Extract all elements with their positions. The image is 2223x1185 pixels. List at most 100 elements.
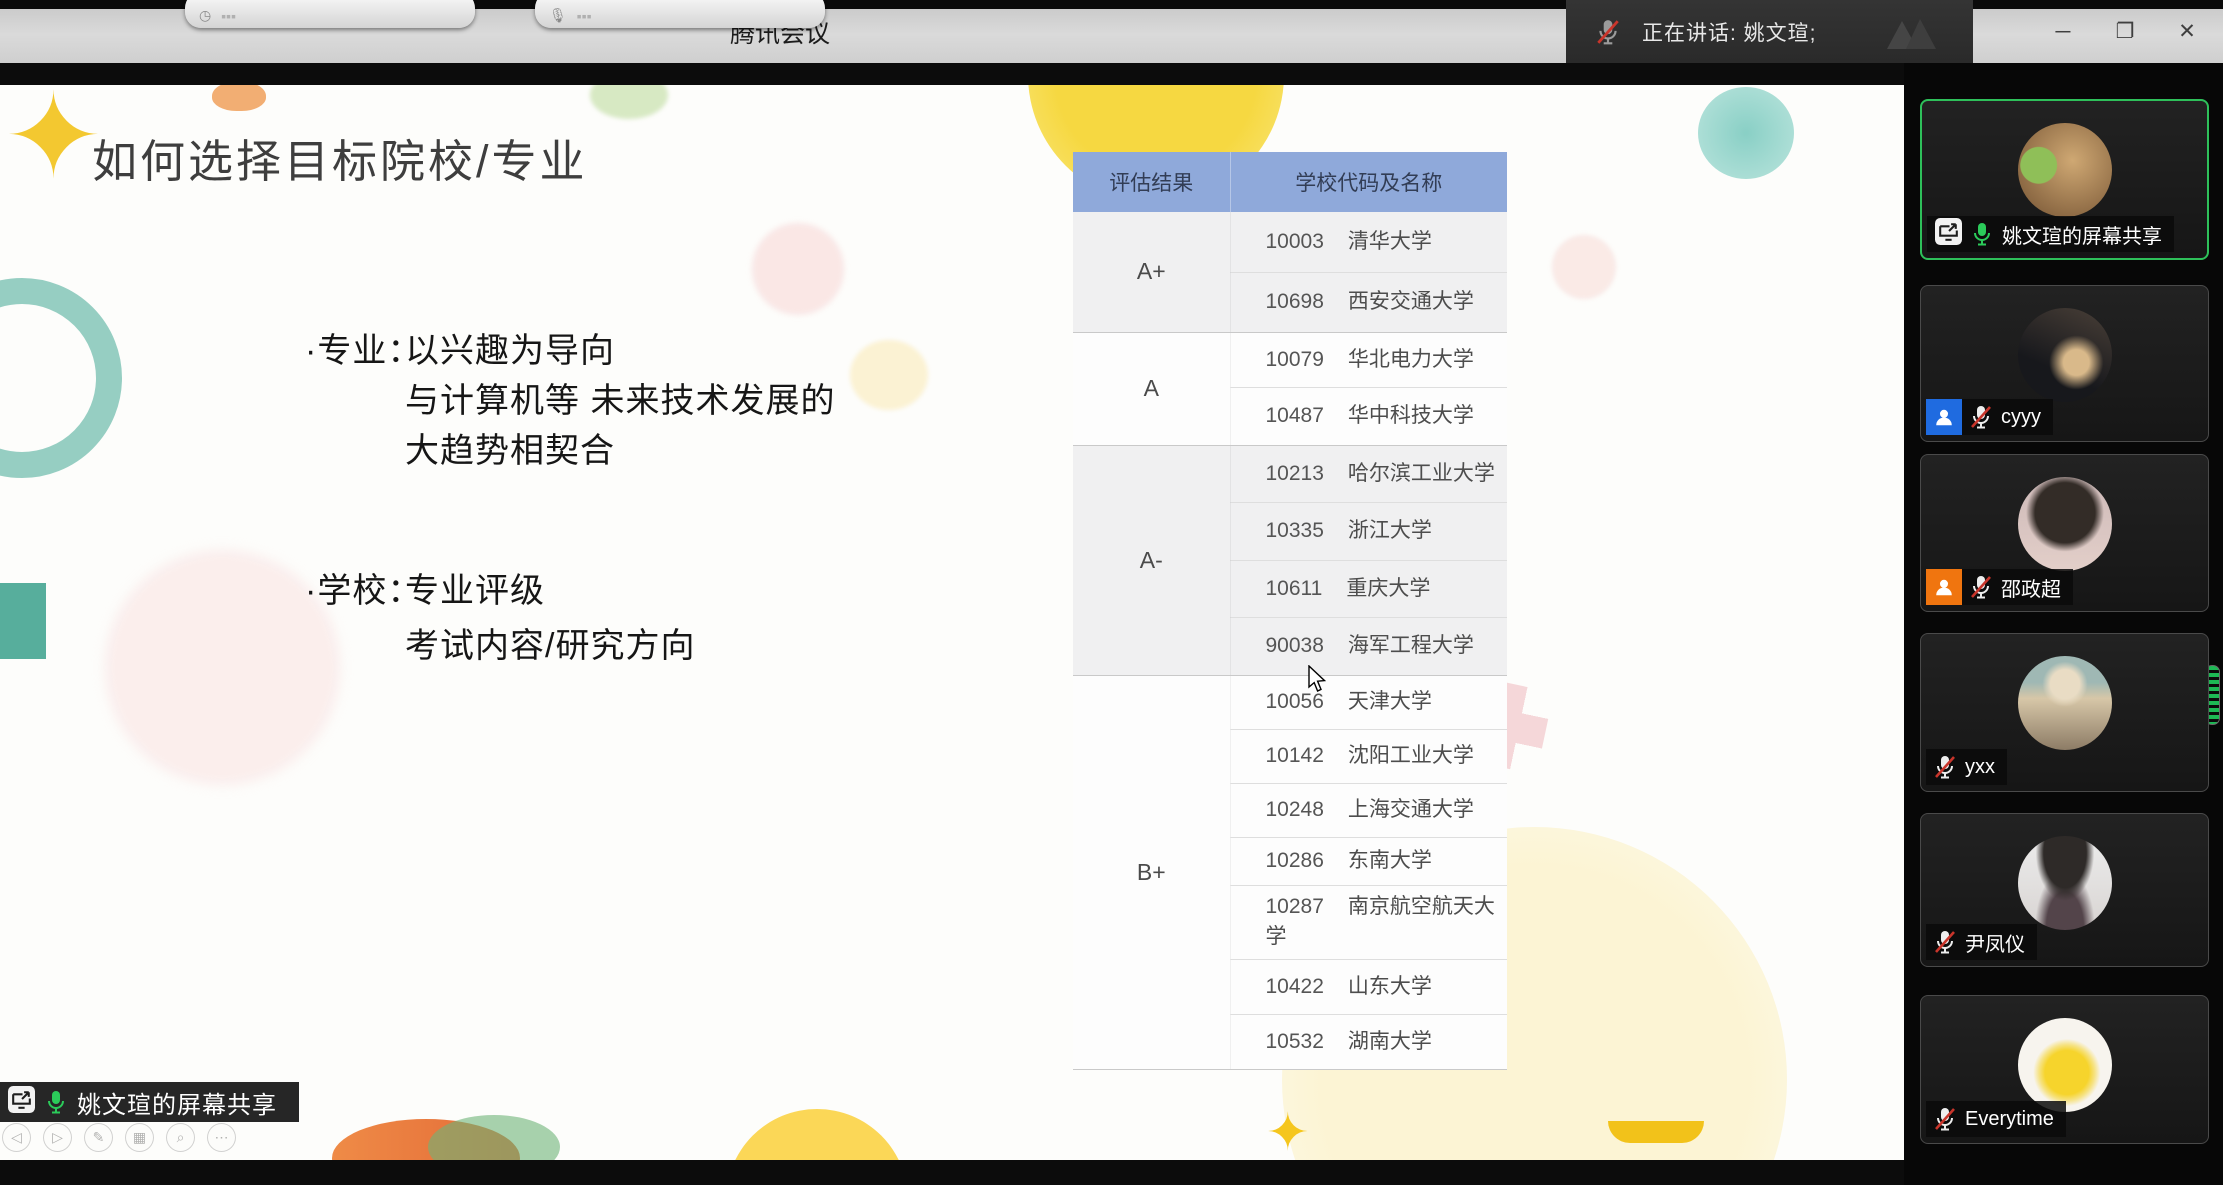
slideshow-pen-button[interactable]: ✎ bbox=[84, 1123, 113, 1152]
table-header-result: 评估结果 bbox=[1073, 152, 1230, 212]
watercolor-decoration bbox=[1698, 87, 1794, 179]
school-name: 西安交通大学 bbox=[1348, 290, 1474, 313]
table-row: B+10056天津大学 bbox=[1073, 675, 1507, 729]
school-name: 重庆大学 bbox=[1346, 577, 1430, 600]
grade-cell: A bbox=[1073, 332, 1230, 445]
school-code: 10248 bbox=[1266, 798, 1324, 821]
avatar bbox=[2018, 836, 2112, 930]
mouse-cursor-icon bbox=[1306, 665, 1328, 700]
screen-share-banner: 姚文瑄的屏幕共享 bbox=[0, 1082, 299, 1122]
window-controls: ─ ❐ ✕ bbox=[1973, 0, 2223, 63]
school-name: 天津大学 bbox=[1348, 690, 1432, 713]
slideshow-prev-button[interactable]: ◁ bbox=[2, 1123, 31, 1152]
person-badge-icon bbox=[1926, 399, 1962, 435]
muted-mic-icon bbox=[1934, 1106, 1956, 1132]
watercolor-decoration bbox=[1552, 235, 1616, 299]
table-row: A+10003清华大学 bbox=[1073, 212, 1507, 272]
muted-mic-icon bbox=[1970, 574, 1992, 600]
share-screen-icon bbox=[1935, 218, 1962, 251]
muted-mic-icon bbox=[1596, 18, 1620, 46]
share-screen-icon bbox=[8, 1086, 35, 1118]
school-name: 清华大学 bbox=[1348, 230, 1432, 253]
school-code: 10286 bbox=[1266, 849, 1324, 872]
share-banner-label: 姚文瑄的屏幕共享 bbox=[77, 1085, 277, 1120]
bullet-line: 专业评级 bbox=[405, 564, 695, 619]
slide-bullet-school: ·学校： 专业评级 考试内容/研究方向 bbox=[305, 564, 695, 674]
participant-tile[interactable]: cyyy bbox=[1920, 285, 2209, 442]
school-cell: 10287南京航空航天大学 bbox=[1230, 885, 1507, 959]
avatar bbox=[2018, 1018, 2112, 1112]
school-name: 沈阳工业大学 bbox=[1348, 744, 1474, 767]
avatar bbox=[2018, 123, 2112, 217]
school-cell: 10056天津大学 bbox=[1230, 675, 1507, 729]
watercolor-decoration bbox=[332, 1119, 520, 1160]
shared-slide: ✦ ✦ 如何选择目标院校/专业 ·专业： 以兴趣为导 bbox=[0, 85, 1904, 1160]
participant-name: cyyy bbox=[2001, 406, 2041, 429]
participant-tile[interactable]: 尹凤仪 bbox=[1920, 813, 2209, 967]
school-cell: 10003清华大学 bbox=[1230, 212, 1507, 272]
table-row: A-10213哈尔滨工业大学 bbox=[1073, 445, 1507, 502]
slideshow-next-button[interactable]: ▷ bbox=[43, 1123, 72, 1152]
school-cell: 10079 华北电力大学 bbox=[1230, 332, 1507, 387]
bullet-line: 与计算机等 未来技术发展的 bbox=[405, 376, 835, 426]
table-header-school: 学校代码及名称 bbox=[1230, 152, 1507, 212]
school-name: 哈尔滨工业大学 bbox=[1348, 462, 1495, 485]
title-bar: 腾讯会议 ◷ ▪▪▪ 🎙 ▪▪▪ 正在讲话: 姚文瑄; bbox=[0, 0, 2223, 66]
school-cell: 10248上海交通大学 bbox=[1230, 783, 1507, 837]
school-cell: 10142沈阳工业大学 bbox=[1230, 729, 1507, 783]
participant-name-bar: 尹凤仪 bbox=[1926, 924, 2037, 960]
participant-tile[interactable]: Everytime bbox=[1920, 995, 2209, 1144]
school-name: 东南大学 bbox=[1348, 849, 1432, 872]
slide-title: 如何选择目标院校/专业 bbox=[92, 125, 588, 190]
slide-bullet-major: ·专业： 以兴趣为导向 与计算机等 未来技术发展的 大趋势相契合 bbox=[305, 326, 835, 476]
participant-name-bar: Everytime bbox=[1926, 1101, 2066, 1137]
participant-tile[interactable]: yxx bbox=[1920, 633, 2209, 792]
bullet-line: 考试内容/研究方向 bbox=[405, 619, 695, 674]
school-code: 10422 bbox=[1266, 975, 1324, 998]
school-code: 10532 bbox=[1266, 1030, 1324, 1053]
mic-icon: 🎙 bbox=[549, 7, 567, 24]
slideshow-zoom-button[interactable]: ⌕ bbox=[166, 1123, 195, 1152]
school-code: 10213 bbox=[1266, 462, 1324, 485]
participant-name: 尹凤仪 bbox=[1965, 928, 2025, 957]
school-code: 10079 bbox=[1266, 348, 1324, 371]
school-name: 浙江大学 bbox=[1348, 519, 1432, 542]
school-code: 10487 bbox=[1266, 404, 1324, 427]
participant-name: Everytime bbox=[1965, 1108, 2054, 1131]
watercolor-decoration bbox=[726, 1109, 908, 1160]
meeting-stage: ✦ ✦ 如何选择目标院校/专业 ·专业： 以兴趣为导 bbox=[0, 63, 2223, 1185]
participant-name-bar: 邵政超 bbox=[1962, 569, 2073, 605]
mic-on-icon bbox=[45, 1089, 67, 1115]
slideshow-more-button[interactable]: ⋯ bbox=[207, 1123, 236, 1152]
participant-label-row: yxx bbox=[1926, 749, 2007, 785]
participant-tile[interactable]: 邵政超 bbox=[1920, 454, 2209, 612]
watercolor-decoration bbox=[590, 85, 668, 119]
school-code: 10287 bbox=[1266, 895, 1324, 918]
slideshow-grid-button[interactable]: ▦ bbox=[125, 1123, 154, 1152]
restore-button[interactable]: ❐ bbox=[2107, 14, 2143, 50]
school-name: 华北电力大学 bbox=[1348, 348, 1474, 371]
muted-mic-icon bbox=[1970, 404, 1992, 430]
watercolor-decoration bbox=[1608, 1121, 1704, 1143]
participant-name: 邵政超 bbox=[2001, 573, 2061, 602]
watercolor-decoration bbox=[0, 583, 46, 659]
hover-toolbar-pill-2[interactable]: 🎙 ▪▪▪ bbox=[535, 0, 825, 28]
grade-cell: B+ bbox=[1073, 675, 1230, 1069]
school-code: 10611 bbox=[1266, 577, 1323, 600]
minimize-button[interactable]: ─ bbox=[2045, 14, 2081, 50]
watercolor-decoration bbox=[0, 278, 122, 478]
close-button[interactable]: ✕ bbox=[2169, 14, 2205, 50]
mic-on-icon bbox=[1971, 221, 1993, 247]
school-cell: 10532湖南大学 bbox=[1230, 1014, 1507, 1069]
participant-tile[interactable]: 姚文瑄的屏幕共享 bbox=[1920, 99, 2209, 260]
school-cell: 10335浙江大学 bbox=[1230, 502, 1507, 560]
hover-toolbar-pill-1[interactable]: ◷ ▪▪▪ bbox=[185, 0, 475, 28]
watercolor-decoration bbox=[752, 223, 844, 315]
participant-name-bar: 姚文瑄的屏幕共享 bbox=[1927, 216, 2174, 252]
person-badge-icon bbox=[1926, 569, 1962, 605]
school-cell: 10698 西安交通大学 bbox=[1230, 272, 1507, 332]
school-code: 10698 bbox=[1266, 290, 1324, 313]
bullet-line: 大趋势相契合 bbox=[405, 426, 835, 476]
school-name: 华中科技大学 bbox=[1348, 404, 1474, 427]
participant-name: 姚文瑄的屏幕共享 bbox=[2002, 220, 2162, 249]
